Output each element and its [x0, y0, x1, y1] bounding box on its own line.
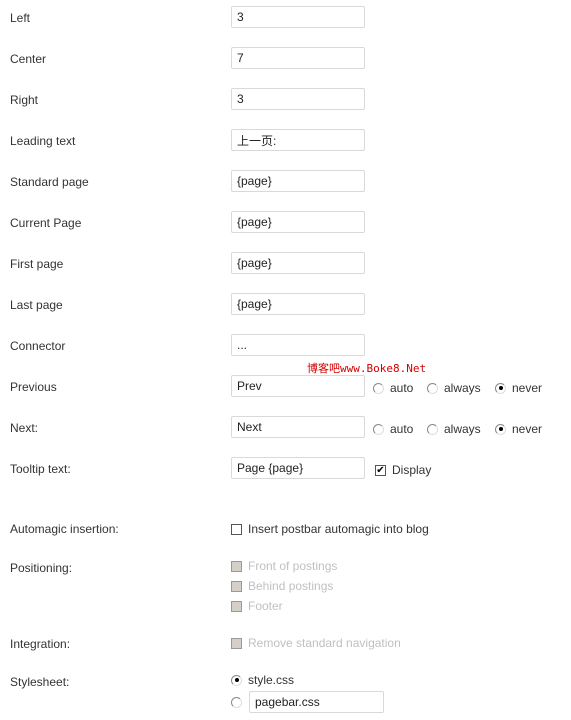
automagic-checkbox[interactable]: Insert postbar automagic into blog — [231, 522, 429, 536]
left-input[interactable] — [231, 6, 365, 28]
previous-label: Previous — [10, 380, 57, 394]
checkbox-disabled-icon — [231, 637, 242, 649]
radio-icon[interactable] — [373, 423, 384, 435]
previous-always-label: always — [444, 381, 481, 395]
front-of-postings-checkbox: Front of postings — [231, 559, 337, 573]
radio-icon[interactable] — [427, 423, 438, 435]
leading-text-input[interactable] — [231, 129, 365, 151]
behind-postings-label: Behind postings — [248, 579, 334, 593]
previous-never-label: never — [512, 381, 543, 395]
center-label: Center — [10, 52, 47, 66]
next-never-radio[interactable]: never — [495, 422, 542, 436]
first-page-label: First page — [10, 257, 64, 271]
standard-page-input[interactable] — [231, 170, 365, 192]
leading-text-label: Leading text — [10, 134, 76, 148]
footer-label: Footer — [248, 599, 283, 613]
remove-standard-navigation-label: Remove standard navigation — [248, 636, 401, 650]
previous-input[interactable] — [231, 375, 365, 397]
style-css-label: style.css — [248, 673, 295, 687]
last-page-input[interactable] — [231, 293, 365, 315]
radio-selected-icon[interactable] — [495, 382, 506, 394]
display-label: Display — [392, 463, 432, 477]
standard-page-label: Standard page — [10, 175, 89, 189]
custom-stylesheet-input[interactable] — [249, 691, 384, 713]
display-checkbox[interactable]: ✔ Display — [375, 463, 431, 477]
radio-selected-icon[interactable] — [495, 423, 506, 435]
radio-icon[interactable] — [427, 382, 438, 394]
previous-always-radio[interactable]: always — [427, 381, 481, 395]
automagic-option-label: Insert postbar automagic into blog — [248, 522, 429, 536]
last-page-label: Last page — [10, 298, 63, 312]
left-label: Left — [10, 11, 31, 25]
style-css-radio[interactable]: style.css — [231, 673, 294, 687]
first-page-input[interactable] — [231, 252, 365, 274]
front-of-postings-label: Front of postings — [248, 559, 338, 573]
stylesheet-label: Stylesheet: — [10, 675, 70, 689]
automagic-label: Automagic insertion: — [10, 522, 119, 536]
checkbox-disabled-icon — [231, 580, 242, 592]
next-always-radio[interactable]: always — [427, 422, 481, 436]
integration-label: Integration: — [10, 637, 71, 651]
checkbox-disabled-icon — [231, 560, 242, 572]
next-never-label: never — [512, 422, 543, 436]
radio-icon[interactable] — [373, 382, 384, 394]
connector-input[interactable] — [231, 334, 365, 356]
checkbox-icon[interactable] — [231, 523, 242, 535]
tooltip-label: Tooltip text: — [10, 462, 71, 476]
center-input[interactable] — [231, 47, 365, 69]
next-auto-label: auto — [390, 422, 414, 436]
radio-selected-icon[interactable] — [231, 674, 242, 686]
previous-never-radio[interactable]: never — [495, 381, 542, 395]
behind-postings-checkbox: Behind postings — [231, 579, 333, 593]
watermark-text: 博客吧www.Boke8.Net — [307, 362, 427, 375]
checkbox-disabled-icon — [231, 600, 242, 612]
next-label: Next: — [10, 421, 39, 435]
radio-icon[interactable] — [231, 697, 242, 708]
remove-standard-navigation-checkbox: Remove standard navigation — [231, 636, 401, 650]
tooltip-input[interactable] — [231, 457, 365, 479]
next-auto-radio[interactable]: auto — [373, 422, 413, 436]
right-input[interactable] — [231, 88, 365, 110]
next-always-label: always — [444, 422, 481, 436]
current-page-input[interactable] — [231, 211, 365, 233]
footer-checkbox: Footer — [231, 599, 283, 613]
next-input[interactable] — [231, 416, 365, 438]
right-label: Right — [10, 93, 39, 107]
connector-label: Connector — [10, 339, 66, 353]
checkmark-icon[interactable]: ✔ — [375, 464, 386, 476]
current-page-label: Current Page — [10, 216, 82, 230]
custom-stylesheet-radio[interactable] — [231, 697, 248, 708]
previous-auto-radio[interactable]: auto — [373, 381, 413, 395]
previous-auto-label: auto — [390, 381, 414, 395]
positioning-label: Positioning: — [10, 561, 73, 575]
